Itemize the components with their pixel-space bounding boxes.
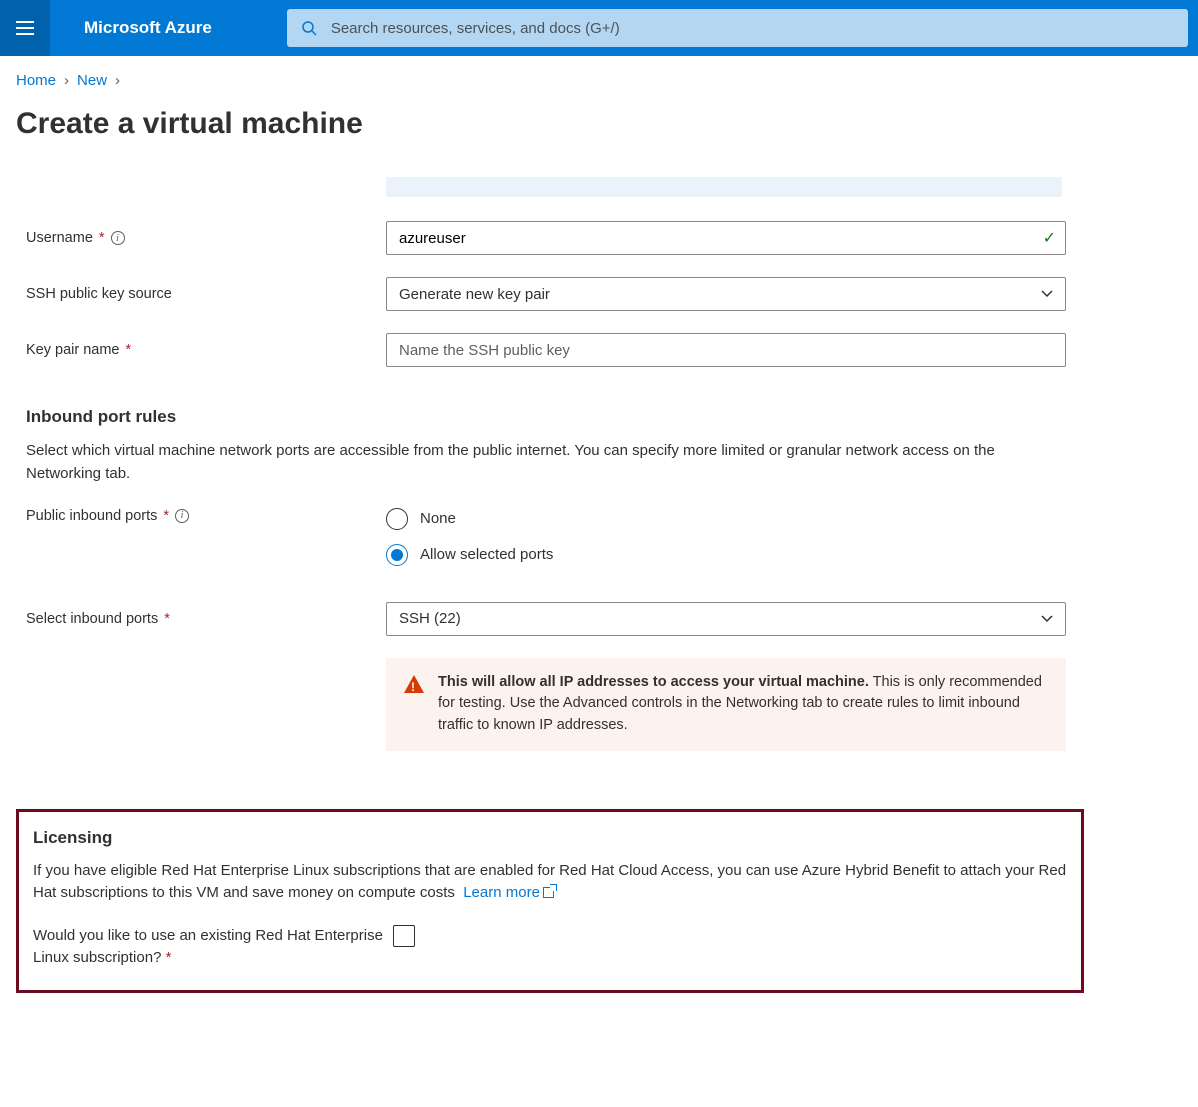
learn-more-link[interactable]: Learn more — [463, 884, 554, 901]
chevron-down-icon — [1041, 613, 1053, 625]
licensing-desc: If you have eligible Red Hat Enterprise … — [33, 860, 1067, 905]
chevron-right-icon: › — [64, 72, 69, 89]
warning-text: This will allow all IP addresses to acce… — [438, 672, 1048, 737]
breadcrumb-home[interactable]: Home — [16, 72, 56, 89]
check-icon: ✓ — [1043, 228, 1056, 248]
licensing-box: Licensing If you have eligible Red Hat E… — [16, 809, 1084, 993]
ssh-source-select[interactable]: Generate new key pair — [386, 277, 1066, 311]
radio-none[interactable]: None — [386, 508, 1182, 530]
search-input[interactable] — [331, 20, 1174, 37]
search-icon — [301, 20, 317, 36]
required-mark: * — [163, 508, 169, 524]
warning-icon — [404, 675, 424, 693]
radio-allow[interactable]: Allow selected ports — [386, 544, 1182, 566]
page-title: Create a virtual machine — [16, 107, 1182, 141]
username-label: Username * i — [26, 230, 386, 246]
required-mark: * — [164, 611, 170, 627]
info-strip — [386, 177, 1062, 197]
ssh-source-value: Generate new key pair — [399, 286, 550, 303]
hamburger-icon — [16, 21, 34, 35]
search-bar[interactable] — [287, 9, 1188, 47]
radio-icon — [386, 508, 408, 530]
ssh-source-label: SSH public key source — [26, 286, 386, 302]
public-ports-label: Public inbound ports * i — [26, 508, 386, 524]
breadcrumb-new[interactable]: New — [77, 72, 107, 89]
keypair-input[interactable] — [386, 333, 1066, 367]
top-header: Microsoft Azure — [0, 0, 1198, 56]
hamburger-menu[interactable] — [0, 0, 50, 56]
brand-logo[interactable]: Microsoft Azure — [84, 18, 212, 38]
radio-icon-selected — [386, 544, 408, 566]
licensing-question: Would you like to use an existing Red Ha… — [33, 925, 393, 970]
select-ports-select[interactable]: SSH (22) — [386, 602, 1066, 636]
chevron-down-icon — [1041, 288, 1053, 300]
keypair-label: Key pair name * — [26, 342, 386, 358]
username-input[interactable] — [386, 221, 1066, 255]
info-icon[interactable]: i — [111, 231, 125, 245]
info-icon[interactable]: i — [175, 509, 189, 523]
licensing-title: Licensing — [33, 828, 1067, 848]
warning-box: This will allow all IP addresses to acce… — [386, 658, 1066, 751]
required-mark: * — [126, 342, 132, 358]
existing-subscription-checkbox[interactable] — [393, 925, 415, 947]
radio-allow-label: Allow selected ports — [420, 546, 553, 563]
inbound-desc: Select which virtual machine network por… — [26, 439, 1066, 486]
external-link-icon — [543, 887, 554, 898]
inbound-title: Inbound port rules — [26, 407, 1182, 427]
chevron-right-icon: › — [115, 72, 120, 89]
breadcrumb: Home › New › — [16, 72, 1182, 89]
content-area: Home › New › Create a virtual machine Us… — [0, 56, 1198, 1013]
required-mark: * — [166, 949, 172, 966]
radio-none-label: None — [420, 510, 456, 527]
select-ports-label: Select inbound ports * — [26, 611, 386, 627]
required-mark: * — [99, 230, 105, 246]
select-ports-value: SSH (22) — [399, 610, 461, 627]
